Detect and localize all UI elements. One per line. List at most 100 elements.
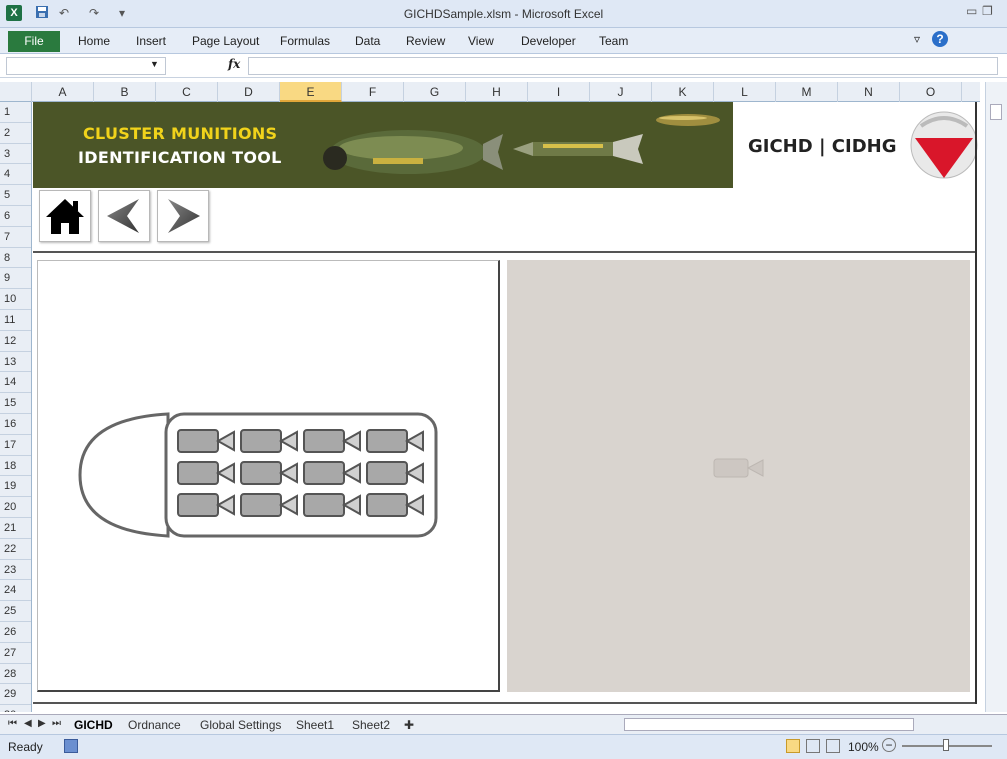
tab-file[interactable]: File [8, 31, 60, 52]
home-button[interactable] [39, 190, 91, 242]
row-header-14[interactable]: 14 [0, 372, 31, 394]
row-header-10[interactable]: 10 [0, 289, 31, 310]
munition-diagram-panel[interactable] [37, 260, 500, 692]
column-header-b[interactable]: B [94, 82, 156, 102]
column-header-e[interactable]: E [280, 82, 342, 102]
column-header-j[interactable]: J [590, 82, 652, 102]
forward-button[interactable] [157, 190, 209, 242]
munition-preview-panel[interactable] [507, 260, 970, 692]
row-header-15[interactable]: 15 [0, 393, 31, 414]
row-header-27[interactable]: 27 [0, 643, 31, 664]
column-header-h[interactable]: H [466, 82, 528, 102]
banner-title-line2: IDENTIFICATION TOOL [78, 148, 282, 167]
row-header-16[interactable]: 16 [0, 414, 31, 435]
row-header-2[interactable]: 2 [0, 123, 31, 144]
page-break-view-icon[interactable] [826, 739, 840, 753]
tab-page-layout[interactable]: Page Layout [192, 34, 259, 48]
sheet-nav-prev-icon[interactable]: ◀ [24, 718, 32, 729]
column-header-d[interactable]: D [218, 82, 280, 102]
zoom-out-icon[interactable]: − [882, 738, 896, 752]
row-header-7[interactable]: 7 [0, 227, 31, 248]
insert-sheet-icon[interactable]: ✚ [404, 718, 414, 732]
tab-home[interactable]: Home [78, 34, 110, 48]
row-header-20[interactable]: 20 [0, 497, 31, 518]
column-header-m[interactable]: M [776, 82, 838, 102]
tab-view[interactable]: View [468, 34, 494, 48]
row-header-17[interactable]: 17 [0, 435, 31, 456]
row-header-23[interactable]: 23 [0, 560, 31, 581]
row-header-21[interactable]: 21 [0, 518, 31, 539]
column-header-c[interactable]: C [156, 82, 218, 102]
row-header-6[interactable]: 6 [0, 206, 31, 227]
banner-title-line1: CLUSTER MUNITIONS [83, 124, 278, 143]
row-header-24[interactable]: 24 [0, 580, 31, 602]
tab-insert[interactable]: Insert [136, 34, 166, 48]
submunition-icon [303, 461, 361, 485]
column-header-g[interactable]: G [404, 82, 466, 102]
tab-review[interactable]: Review [406, 34, 445, 48]
ribbon-minimize-icon[interactable]: ▿ [914, 32, 920, 46]
sheet-tab-ordnance[interactable]: Ordnance [128, 718, 181, 732]
name-box-dropdown-icon[interactable]: ▼ [150, 59, 159, 69]
banner: CLUSTER MUNITIONS IDENTIFICATION TOOL [33, 102, 733, 188]
row-header-3[interactable]: 3 [0, 144, 31, 165]
row-header-8[interactable]: 8 [0, 248, 31, 269]
sheet-tab-global-settings[interactable]: Global Settings [200, 718, 281, 732]
sheet-tab-sheet2[interactable]: Sheet2 [352, 718, 390, 732]
row-header-12[interactable]: 12 [0, 331, 31, 352]
column-header-l[interactable]: L [714, 82, 776, 102]
sheet-nav-first-icon[interactable]: ⏮ [8, 718, 17, 729]
row-header-4[interactable]: 4 [0, 164, 31, 186]
row-header-30[interactable]: 30 [0, 705, 31, 712]
column-header-i[interactable]: I [528, 82, 590, 102]
column-header-n[interactable]: N [838, 82, 900, 102]
row-header-18[interactable]: 18 [0, 456, 31, 477]
column-header-a[interactable]: A [32, 82, 94, 102]
row-header-26[interactable]: 26 [0, 622, 31, 643]
row-header-22[interactable]: 22 [0, 539, 31, 560]
submunition-icon [240, 461, 298, 485]
scrollbar-thumb[interactable] [990, 104, 1002, 120]
zoom-slider-thumb[interactable] [943, 739, 949, 751]
row-header-9[interactable]: 9 [0, 268, 31, 290]
page-layout-view-icon[interactable] [806, 739, 820, 753]
restore-icon[interactable]: ❐ [982, 4, 993, 18]
row-header-13[interactable]: 13 [0, 352, 31, 373]
row-header-11[interactable]: 11 [0, 310, 31, 331]
name-box[interactable] [6, 57, 166, 75]
row-header-29[interactable]: 29 [0, 684, 31, 706]
gichd-logo-icon [910, 111, 978, 179]
row-header-25[interactable]: 25 [0, 601, 31, 622]
row-header-5[interactable]: 5 [0, 185, 31, 206]
sheet-tab-gichd[interactable]: GICHD [74, 718, 113, 732]
sheet-nav-next-icon[interactable]: ▶ [38, 718, 46, 729]
column-header-o[interactable]: O [900, 82, 962, 102]
sheet-tab-sheet1[interactable]: Sheet1 [296, 718, 334, 732]
formula-input[interactable] [248, 57, 998, 75]
sheet-nav-last-icon[interactable]: ⏭ [52, 718, 61, 729]
help-icon[interactable]: ? [932, 31, 948, 47]
cluster-bomb-image [323, 130, 503, 174]
submunition-icon [303, 493, 361, 517]
tab-formulas[interactable]: Formulas [280, 34, 330, 48]
horizontal-scrollbar[interactable] [624, 718, 914, 731]
normal-view-icon[interactable] [786, 739, 800, 753]
row-header-19[interactable]: 19 [0, 476, 31, 498]
row-header-1[interactable]: 1 [0, 102, 31, 123]
submunition-grid [177, 429, 424, 517]
select-all-corner[interactable] [0, 82, 32, 102]
tab-developer[interactable]: Developer [521, 34, 576, 48]
tab-team[interactable]: Team [599, 34, 628, 48]
back-button[interactable] [98, 190, 150, 242]
worksheet-area[interactable]: CLUSTER MUNITIONS IDENTIFICATION TOOL GI… [33, 102, 980, 712]
column-header-f[interactable]: F [342, 82, 404, 102]
column-header-k[interactable]: K [652, 82, 714, 102]
minimize-icon[interactable]: ▭ [966, 4, 977, 18]
header-divider [33, 251, 975, 253]
zoom-level[interactable]: 100% [848, 740, 879, 754]
row-header-28[interactable]: 28 [0, 664, 31, 685]
macro-record-icon[interactable] [64, 739, 78, 753]
vertical-scrollbar[interactable] [985, 82, 1007, 712]
insert-function-icon[interactable]: fx [228, 57, 240, 71]
tab-data[interactable]: Data [355, 34, 380, 48]
